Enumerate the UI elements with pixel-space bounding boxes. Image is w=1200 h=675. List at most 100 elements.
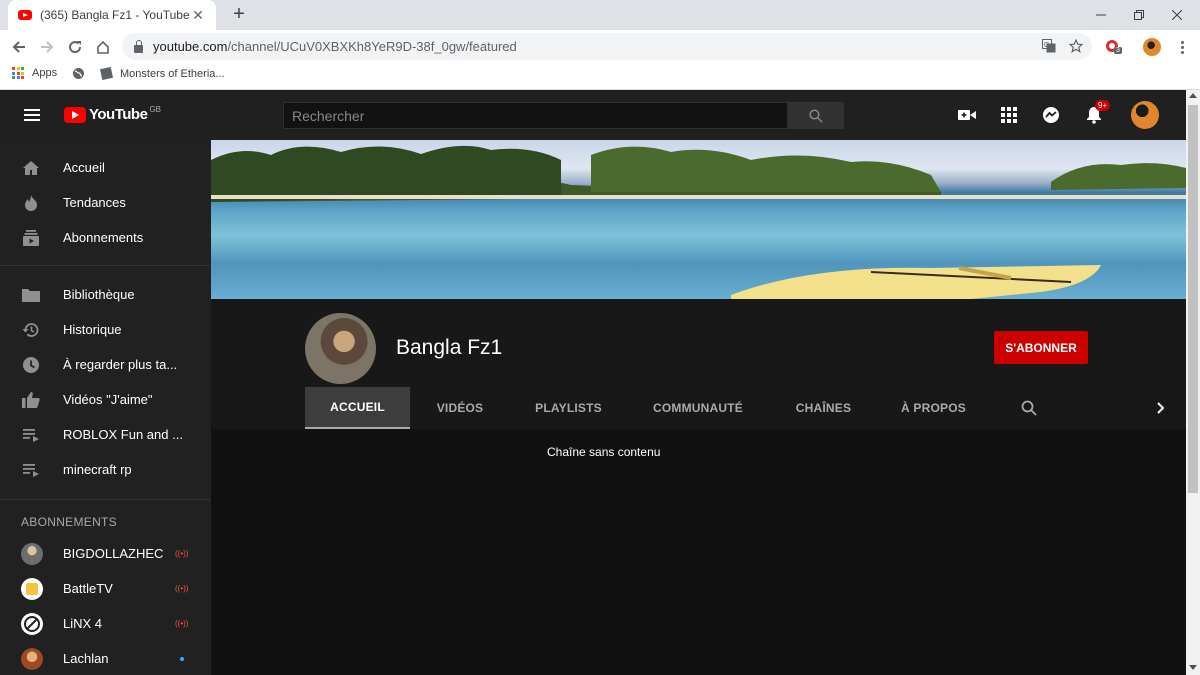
bookmark-monsters[interactable]: Monsters of Etheria... xyxy=(100,67,225,80)
youtube-page: YouTube GB Rechercher 9+ Accueil Tendanc xyxy=(0,90,1200,675)
sidebar-item-tendances[interactable]: Tendances xyxy=(0,185,211,220)
scroll-up-arrow-icon[interactable] xyxy=(1189,93,1197,98)
tab-accueil[interactable]: ACCUEIL xyxy=(305,387,410,429)
create-video-icon[interactable] xyxy=(957,105,977,125)
history-icon xyxy=(22,321,40,339)
bookmark-globe[interactable] xyxy=(72,67,85,80)
subscription-item-battletv[interactable]: BattleTV ((•)) xyxy=(0,571,211,606)
sidebar: Accueil Tendances Abonnements Bibliothèq… xyxy=(0,140,211,675)
playlist-icon xyxy=(22,461,40,479)
youtube-logo[interactable]: YouTube GB xyxy=(64,105,161,123)
subscription-item-lachlan[interactable]: Lachlan xyxy=(0,641,211,675)
tabs-next-chevron-icon[interactable] xyxy=(1146,387,1176,429)
subscribe-button[interactable]: S'ABONNER xyxy=(994,331,1088,364)
tab-playlists[interactable]: PLAYLISTS xyxy=(521,387,616,429)
bookmark-apps[interactable]: Apps xyxy=(12,67,57,79)
subscription-item-linx4[interactable]: LiNX 4 ((•)) xyxy=(0,606,211,641)
profile-avatar-icon[interactable] xyxy=(1143,38,1161,56)
banner-image xyxy=(211,140,1186,299)
home-icon xyxy=(22,159,40,177)
address-bar[interactable]: youtube.com/channel/UCuV0XBXKh8YeR9D-38f… xyxy=(122,33,1092,60)
sidebar-item-label: Tendances xyxy=(63,195,126,210)
empty-channel-message: Chaîne sans contenu xyxy=(547,445,661,459)
user-avatar[interactable] xyxy=(1131,101,1159,129)
channel-header: Bangla Fz1 S'ABONNER ACCUEIL VIDÉOS PLAY… xyxy=(211,299,1186,429)
tab-communaute[interactable]: COMMUNAUTÉ xyxy=(643,387,753,429)
bookmarks-bar: Apps Monsters of Etheria... xyxy=(0,63,1200,90)
sidebar-item-historique[interactable]: Historique xyxy=(0,312,211,347)
tab-close-icon[interactable]: ✕ xyxy=(190,7,206,24)
tab-chaines[interactable]: CHAÎNES xyxy=(781,387,866,429)
star-bookmark-icon[interactable] xyxy=(1067,37,1085,55)
extension-badge: 3 xyxy=(1114,47,1122,54)
sidebar-item-label: Vidéos "J'aime" xyxy=(63,392,153,407)
hamburger-menu-icon[interactable] xyxy=(24,109,40,121)
new-content-dot xyxy=(180,657,184,661)
bookmark-label: Apps xyxy=(32,67,58,79)
subscriptions-heading: ABONNEMENTS xyxy=(21,515,117,529)
search-input[interactable]: Rechercher xyxy=(283,102,788,129)
new-tab-button[interactable]: + xyxy=(229,4,249,24)
browser-tab-bar: (365) Bangla Fz1 - YouTube ✕ + xyxy=(0,0,1200,30)
sidebar-item-label: Abonnements xyxy=(63,230,144,245)
apps-grid-icon xyxy=(12,67,24,79)
apps-grid-icon[interactable] xyxy=(999,105,1019,125)
channel-banner xyxy=(211,140,1186,299)
youtube-play-icon xyxy=(64,106,86,123)
sidebar-item-playlist-roblox[interactable]: ROBLOX Fun and ... xyxy=(0,417,211,452)
sidebar-item-label: ROBLOX Fun and ... xyxy=(63,427,183,442)
back-arrow-icon[interactable] xyxy=(8,36,30,58)
channel-avatar xyxy=(21,612,43,635)
playlist-icon xyxy=(22,426,40,444)
scrollbar-thumb[interactable] xyxy=(1188,105,1198,493)
thumbs-up-icon xyxy=(22,391,40,409)
tab-videos[interactable]: VIDÉOS xyxy=(425,387,495,429)
search-button[interactable] xyxy=(788,102,844,129)
subscription-label: BattleTV xyxy=(63,581,113,596)
home-browser-icon[interactable] xyxy=(92,36,114,58)
scroll-down-arrow-icon[interactable] xyxy=(1189,665,1197,670)
youtube-favicon-icon xyxy=(18,10,32,20)
sidebar-item-liked-videos[interactable]: Vidéos "J'aime" xyxy=(0,382,211,417)
extension-icon[interactable]: 3 xyxy=(1104,38,1122,56)
notification-count-badge: 9+ xyxy=(1095,100,1111,111)
channel-search-icon[interactable] xyxy=(1011,387,1047,429)
close-window-icon[interactable] xyxy=(1154,0,1200,30)
svg-text:G: G xyxy=(1044,42,1049,49)
sidebar-item-accueil[interactable]: Accueil xyxy=(0,150,211,185)
sidebar-item-label: Accueil xyxy=(63,160,105,175)
translate-icon[interactable]: G xyxy=(1040,37,1058,55)
sidebar-item-abonnements[interactable]: Abonnements xyxy=(0,220,211,255)
subscription-label: Lachlan xyxy=(63,651,109,666)
tab-a-propos[interactable]: À PROPOS xyxy=(891,387,976,429)
reload-icon[interactable] xyxy=(64,36,86,58)
sidebar-item-label: minecraft rp xyxy=(63,462,132,477)
subscription-item-bigdollazhec[interactable]: BIGDOLLAZHEC ((•)) xyxy=(0,536,211,571)
sidebar-item-label: À regarder plus ta... xyxy=(63,357,178,372)
url-path: /channel/UCuV0XBXKh8YeR9D-38f_0gw/featur… xyxy=(227,39,517,54)
page-icon xyxy=(100,67,113,80)
subscription-label: BIGDOLLAZHEC xyxy=(63,546,164,561)
sidebar-item-watch-later[interactable]: À regarder plus ta... xyxy=(0,347,211,382)
page-scrollbar[interactable] xyxy=(1186,90,1200,675)
tab-title: (365) Bangla Fz1 - YouTube xyxy=(40,8,190,22)
youtube-header: YouTube GB Rechercher 9+ xyxy=(0,90,1186,140)
browser-tab[interactable]: (365) Bangla Fz1 - YouTube ✕ xyxy=(8,0,216,30)
forward-arrow-icon[interactable] xyxy=(36,36,58,58)
globe-icon xyxy=(73,68,84,79)
messages-icon[interactable] xyxy=(1041,105,1061,125)
clock-icon xyxy=(22,356,40,374)
sidebar-divider xyxy=(0,265,211,266)
channel-avatar[interactable] xyxy=(305,313,376,384)
sidebar-item-label: Bibliothèque xyxy=(63,287,135,302)
folder-icon xyxy=(22,286,40,304)
subscriptions-icon xyxy=(22,229,40,247)
url-host: youtube.com xyxy=(153,39,228,54)
sidebar-item-bibliotheque[interactable]: Bibliothèque xyxy=(0,277,211,312)
sidebar-item-playlist-minecraft[interactable]: minecraft rp xyxy=(0,452,211,487)
menu-kebab-icon[interactable] xyxy=(1173,38,1191,56)
lock-icon xyxy=(134,39,143,53)
logo-text: YouTube xyxy=(89,106,148,123)
channel-avatar xyxy=(21,647,43,670)
sidebar-divider xyxy=(0,499,211,500)
